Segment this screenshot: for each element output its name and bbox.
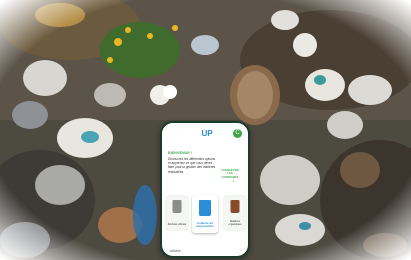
bin-card-recycling[interactable]: Collecte de récupération [192, 195, 218, 233]
compost-bin-icon [230, 200, 240, 213]
bin-card-waste[interactable]: Déchets ultimes [166, 196, 188, 230]
bin-label: Déchets ultimes [167, 222, 187, 226]
consult-guidelines-link[interactable]: CONSULTER LES CONSIGNES [219, 168, 241, 179]
intro-text: Découvrez les différentes options et app… [168, 157, 216, 174]
app-logo: UP [198, 127, 216, 141]
articles-label: Articles [170, 249, 181, 253]
bin-label: Collecte de récupération [195, 220, 215, 229]
arrow-down-icon: ↓ [232, 178, 235, 184]
recycling-bin-icon [199, 200, 211, 216]
profile-icon[interactable]: C [233, 129, 242, 138]
trash-bin-icon [172, 200, 182, 213]
app-screen: UP C BIENVENUE ! Découvrez les différent… [162, 123, 248, 256]
bin-label: Matières organiques [228, 219, 242, 226]
promo-image: UP C BIENVENUE ! Découvrez les différent… [0, 0, 411, 260]
phone-mockup: UP C BIENVENUE ! Découvrez les différent… [160, 121, 250, 258]
app-header: UP C [162, 123, 248, 149]
greeting-title: BIENVENUE ! [168, 151, 193, 155]
app-logo-text: UP [201, 129, 213, 138]
bin-card-organic[interactable]: Matières organiques [224, 196, 246, 230]
